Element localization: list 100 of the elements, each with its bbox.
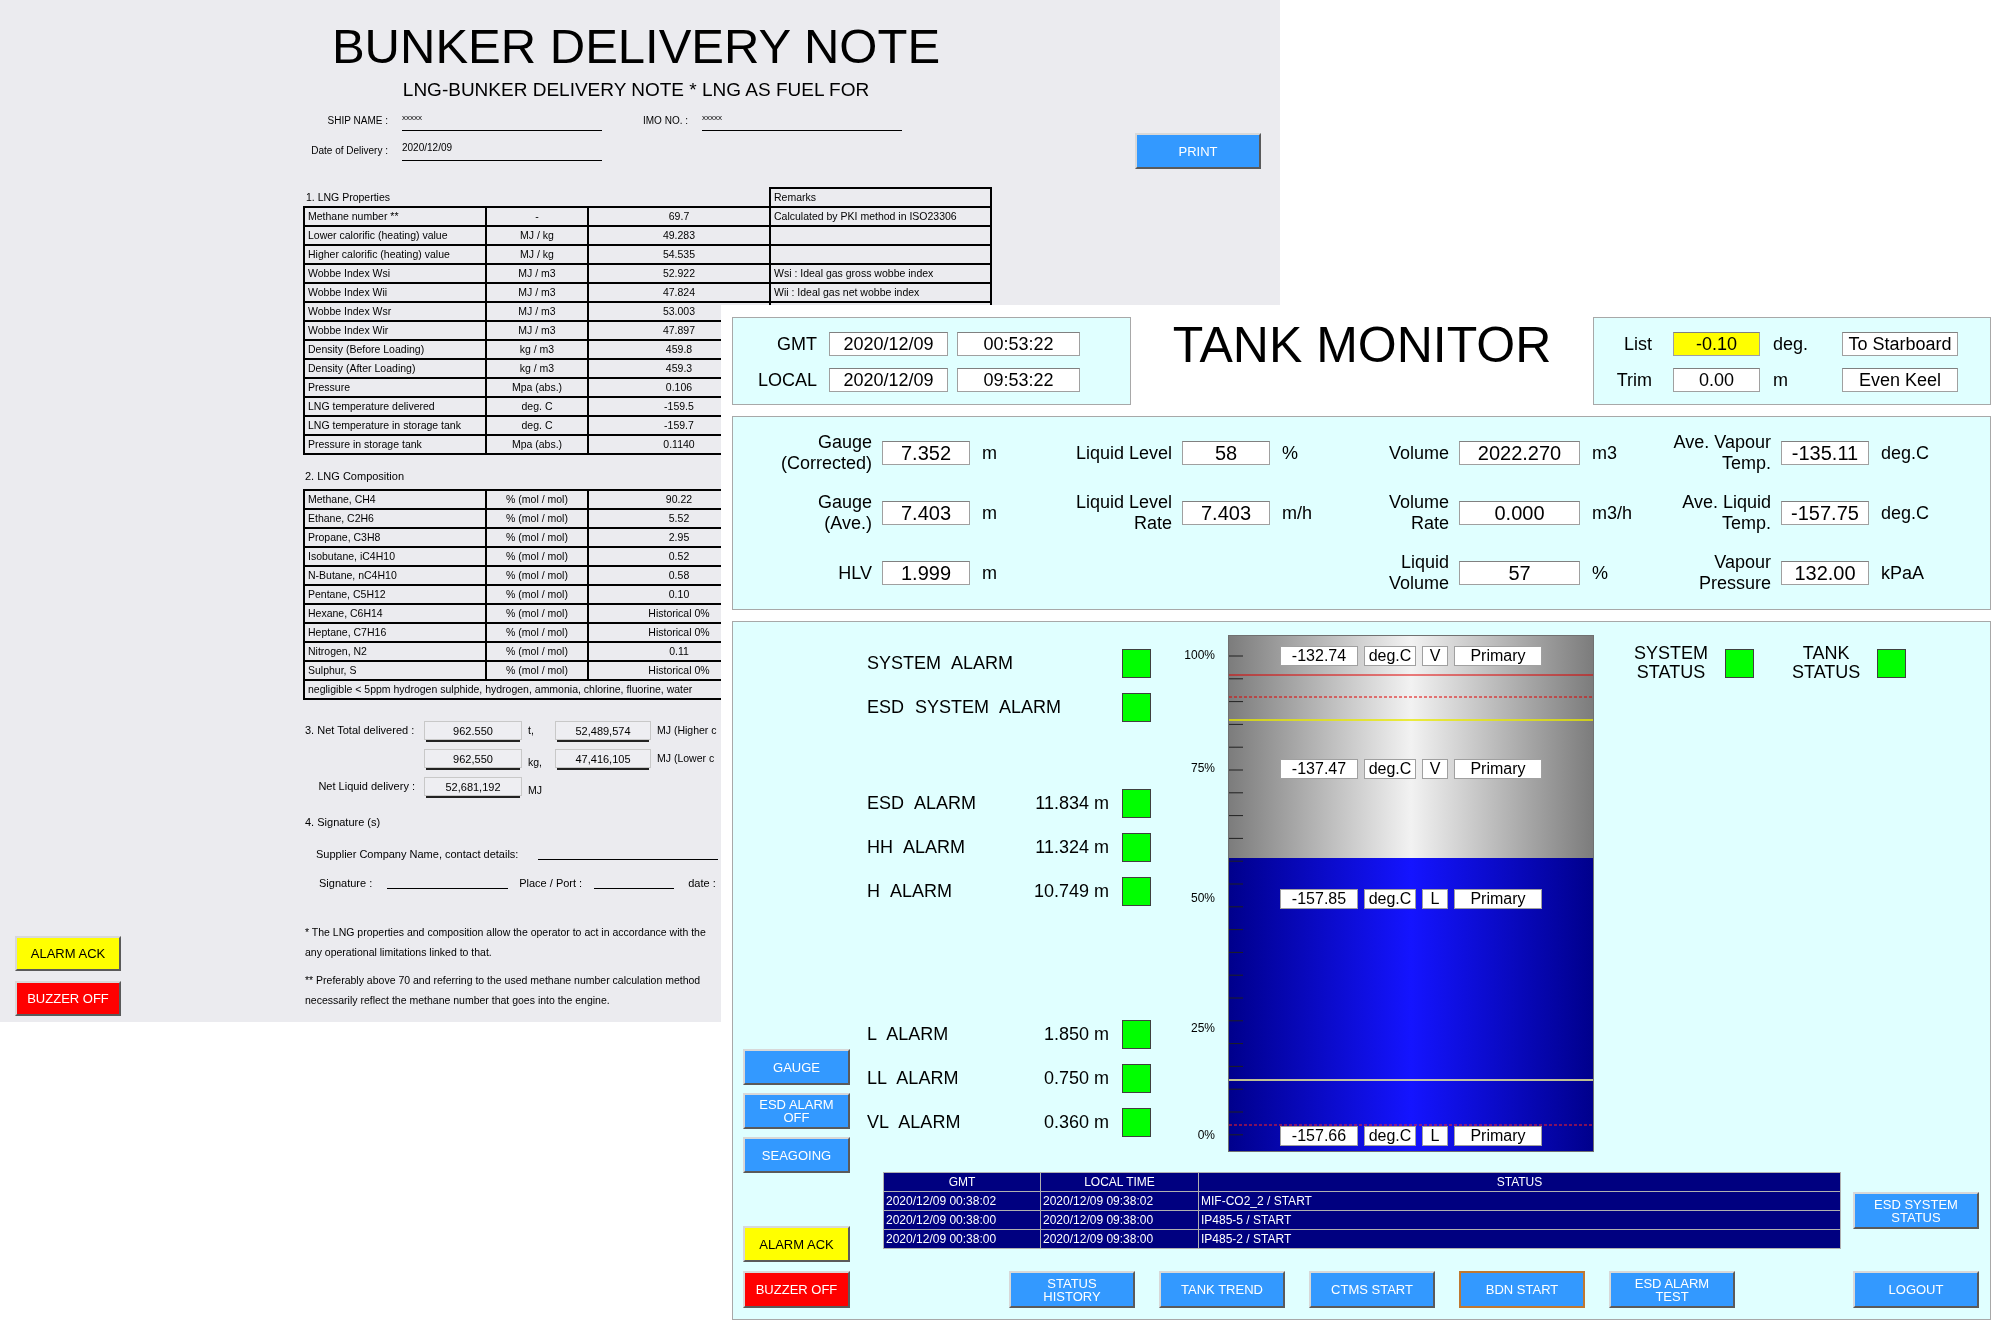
table-cell: Isobutane, iC4H10 [304,547,486,566]
table-cell: % (mol / mol) [486,623,588,642]
value-field: 47,416,105 [555,748,651,768]
alarm-setpoint: 11.834 m [1035,792,1109,814]
command-button[interactable]: BDN START [1459,1271,1585,1308]
field-label: date : [688,877,716,889]
command-button[interactable]: STATUS HISTORY [1009,1271,1135,1308]
table-cell: 69.7 [588,207,770,226]
command-button[interactable]: ESD ALARM TEST [1609,1271,1735,1308]
command-button[interactable]: TANK TREND [1159,1271,1285,1308]
table-cell: MJ / m3 [486,302,588,321]
table-cell: % (mol / mol) [486,566,588,585]
table-cell: % (mol / mol) [486,604,588,623]
table-cell: % (mol / mol) [486,528,588,547]
status-field: To Starboard [1842,332,1958,356]
alarm-label: H ALARM [867,880,954,902]
table-cell: kg / m3 [486,340,588,359]
date-field: 2020/12/09 [829,368,948,392]
status-label: TANK STATUS [1792,644,1861,682]
alarm-ack-button[interactable]: ALARM ACK [743,1226,850,1262]
reading-label: Ave. Liquid Temp. [1681,492,1772,534]
sensor-field: Primary [1454,646,1542,666]
unit-label: deg.C [1880,442,1931,464]
sensor-field: Primary [1454,759,1542,779]
unit-label: % [1591,562,1609,584]
fill-in-line[interactable] [387,887,509,889]
table-cell: Wobbe Index Wii [304,283,486,302]
mode-button[interactable]: ESD ALARM OFF [743,1093,850,1129]
scale-label: 0% [1197,1128,1215,1142]
reading-label: Liquid Volume [1387,552,1450,594]
table-cell: Methane, CH4 [304,490,486,509]
value-field: 7.403 [1182,501,1270,525]
table-cell: 54.535 [588,245,770,264]
table-cell: Mpa (abs.) [486,378,588,397]
fill-in-line[interactable] [538,858,718,860]
date-field: 2020/12/09 [829,332,948,356]
table-cell: Wobbe Index Wsr [304,302,486,321]
table-cell: deg. C [486,397,588,416]
field-label: Signature : [319,877,373,889]
imo-number-field[interactable]: xxxxx [702,111,902,131]
unit-label: MJ (Higher c [656,724,718,736]
value-field: 132.00 [1781,561,1869,585]
field-label: 3. Net Total delivered : [304,724,416,736]
table-cell: % (mol / mol) [486,509,588,528]
table-cell: Wsi : Ideal gas gross wobbe index [770,264,991,283]
esd-status-button[interactable]: ESD SYSTEM STATUS [1853,1192,1979,1229]
table-cell: % (mol / mol) [486,547,588,566]
attitude-label: Trim [1615,369,1652,392]
table-cell: % (mol / mol) [486,661,588,680]
screen-title: TANK MONITOR [1171,317,1553,375]
sensor-field: Primary [1454,889,1542,909]
alarm-label: SYSTEM ALARM [867,652,1015,674]
phase-field: L [1422,1126,1448,1146]
print-button[interactable]: PRINT [1135,133,1261,169]
table-cell: Lower calorific (heating) value [304,226,486,245]
table-cell: Wobbe Index Wir [304,321,486,340]
table-cell: deg. C [486,416,588,435]
value-field: 1.999 [882,561,970,585]
ship-name-field[interactable]: xxxxx [402,111,602,131]
table-cell: Density (After Loading) [304,359,486,378]
value-field: -135.11 [1781,441,1869,465]
footnote-text: ** Preferably above 70 and referring to the used methane number calculation method [305,973,702,988]
buzzer-off-button[interactable]: BUZZER OFF [743,1271,850,1308]
table-cell: IP485-2 / START [1198,1229,1841,1249]
attitude-label: List [1623,333,1652,356]
alarm-label: ESD ALARM [867,792,978,814]
table-cell: Heptane, C7H16 [304,623,486,642]
value-field: 7.403 [882,501,970,525]
logout-button[interactable]: LOGOUT [1853,1271,1979,1308]
buzzer-off-button[interactable]: BUZZER OFF [15,981,121,1016]
table-header: LOCAL TIME [1040,1172,1199,1192]
alarm-setpoint: 10.749 m [1033,880,1109,902]
alarm-label: VL ALARM [867,1111,962,1133]
alarm-label: HH ALARM [867,836,967,858]
unit-field: deg.C [1364,889,1416,909]
reading-label: Gauge (Ave.) [816,492,873,534]
command-button[interactable]: CTMS START [1309,1271,1435,1308]
table-cell: 52.922 [588,264,770,283]
alarm-ack-button[interactable]: ALARM ACK [15,936,121,971]
unit-label: MJ [527,783,543,796]
mode-button[interactable]: SEAGOING [743,1137,850,1173]
table-cell: LNG temperature delivered [304,397,486,416]
table-cell: Hexane, C6H14 [304,604,486,623]
status-field: Even Keel [1842,368,1958,392]
temperature-field: -137.47 [1280,759,1358,779]
document-subtitle: LNG-BUNKER DELIVERY NOTE * LNG AS FUEL FOR [401,78,871,102]
alarm-label: ESD SYSTEM ALARM [867,696,1063,718]
table-cell: Mpa (abs.) [486,435,588,454]
table-cell: Pressure in storage tank [304,435,486,454]
table-cell: kg / m3 [486,359,588,378]
phase-field: V [1422,759,1448,779]
table-cell: Propane, C3H8 [304,528,486,547]
table-cell: - [486,207,588,226]
fill-in-line[interactable] [594,887,675,889]
alarm-label: LL ALARM [867,1067,960,1089]
mode-button[interactable]: GAUGE [743,1049,850,1085]
table-cell: Wii : Ideal gas net wobbe index [770,283,991,302]
delivery-date-field[interactable]: 2020/12/09 [402,141,602,161]
value-field: 0.00 [1673,368,1760,392]
table-cell: Higher calorific (heating) value [304,245,486,264]
